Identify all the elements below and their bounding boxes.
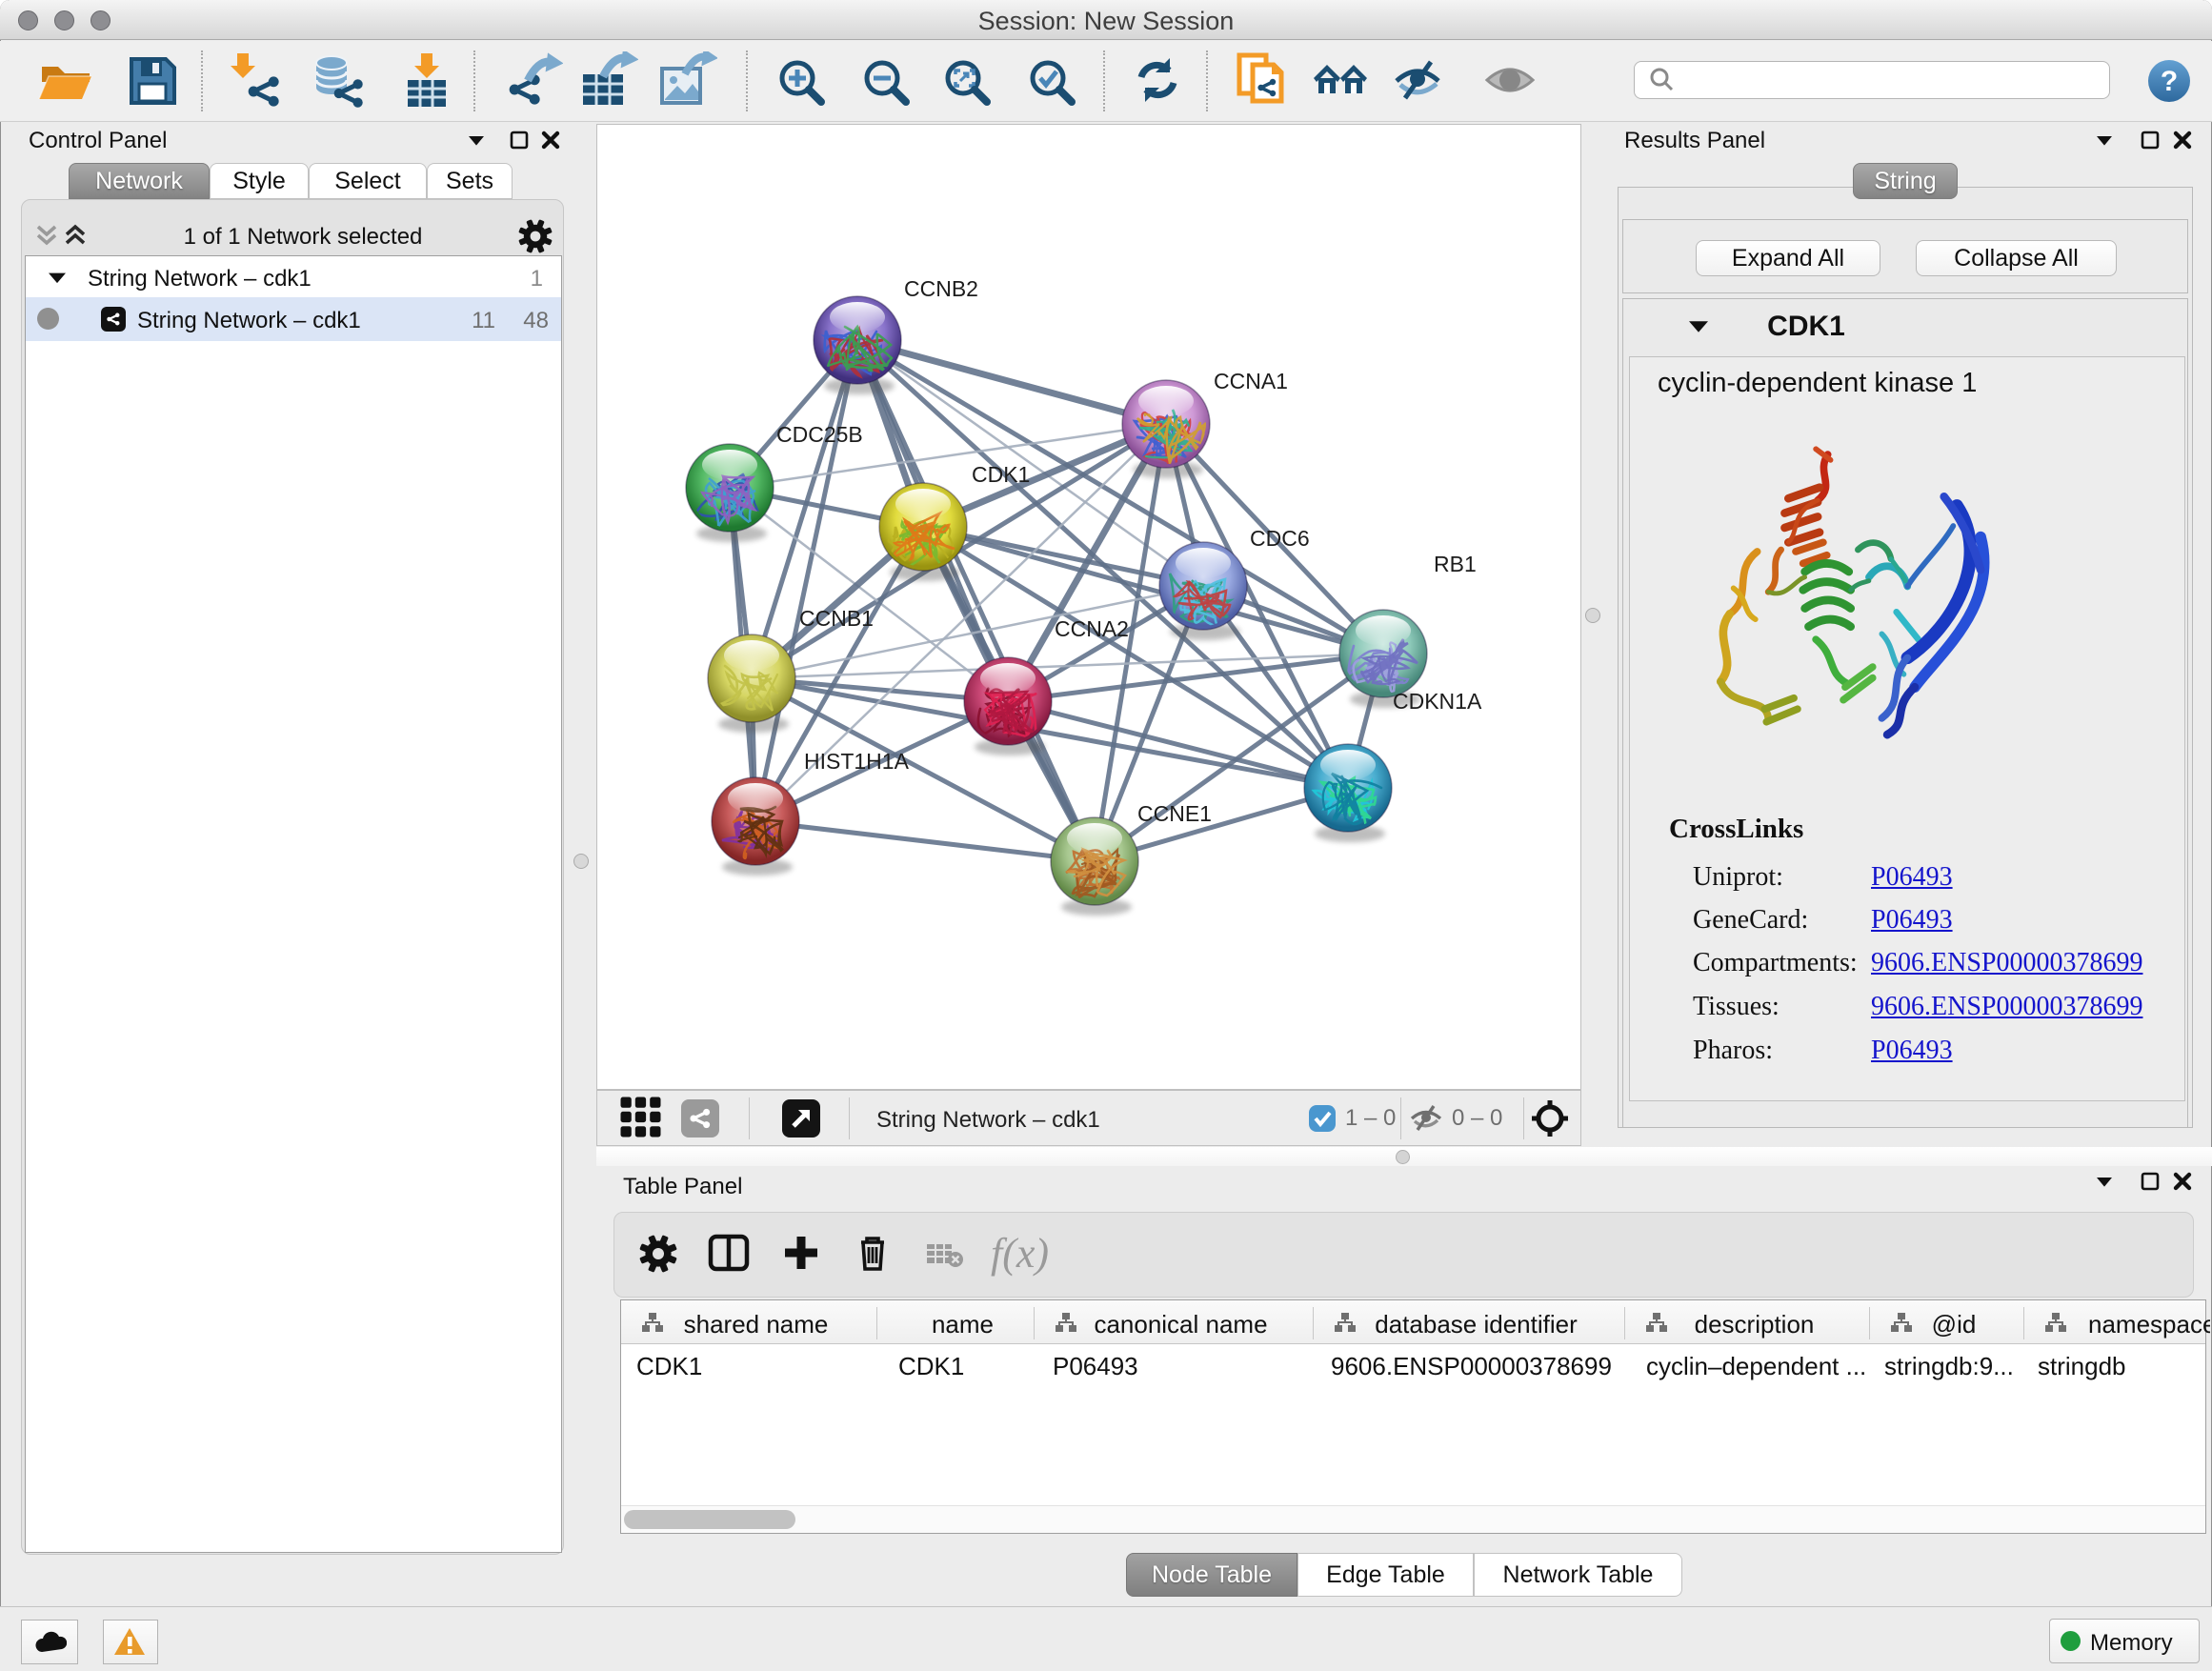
svg-text:CCNA2: CCNA2	[1055, 616, 1129, 641]
svg-text:CDC25B: CDC25B	[776, 422, 863, 447]
svg-text:HIST1H1A: HIST1H1A	[804, 749, 910, 774]
svg-text:CCNE1: CCNE1	[1137, 801, 1212, 826]
svg-text:CDKN1A: CDKN1A	[1393, 689, 1482, 714]
svg-text:RB1: RB1	[1434, 552, 1477, 576]
svg-text:CCNB1: CCNB1	[799, 606, 874, 631]
svg-text:?: ?	[2161, 66, 2178, 97]
svg-text:CDK1: CDK1	[972, 462, 1030, 487]
svg-text:CCNB2: CCNB2	[904, 276, 978, 301]
svg-text:CCNA1: CCNA1	[1214, 369, 1288, 393]
svg-text:CDC6: CDC6	[1250, 526, 1310, 551]
